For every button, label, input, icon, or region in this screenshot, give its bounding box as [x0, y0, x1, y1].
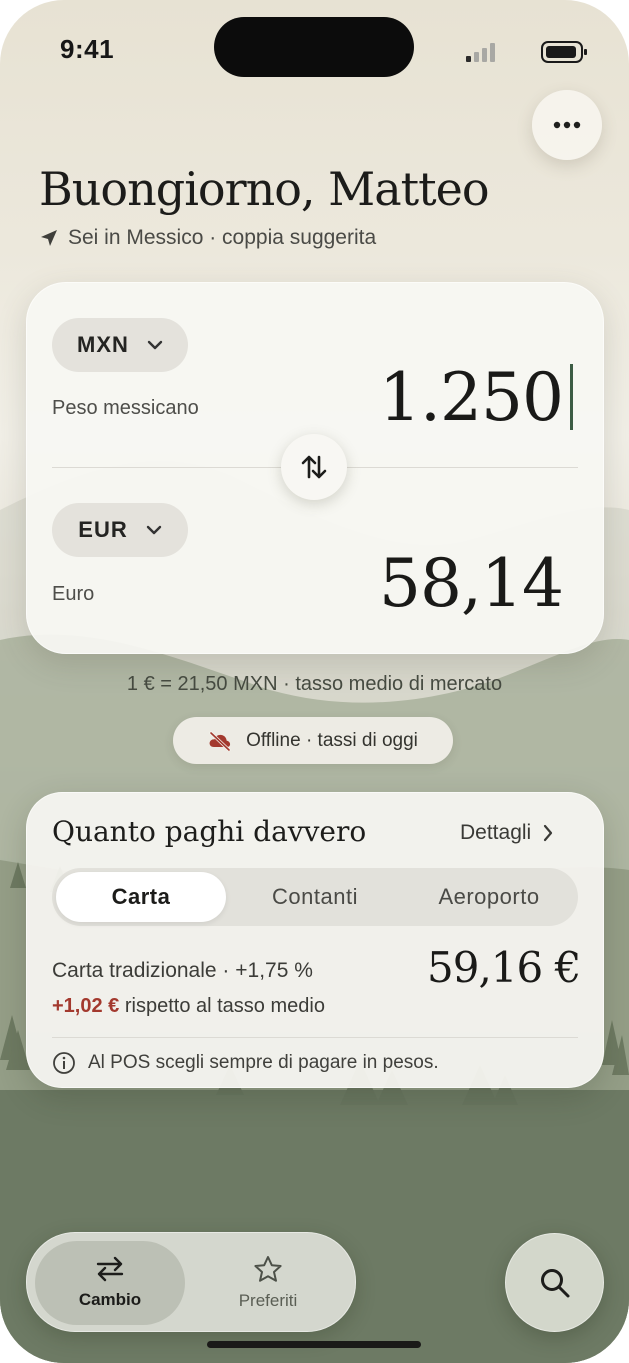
real-cost-card: Quanto paghi davvero Dettagli Carta Cont… — [26, 792, 604, 1088]
home-indicator — [207, 1341, 421, 1348]
tab-aeroporto[interactable]: Aeroporto — [404, 872, 574, 922]
to-currency-code: EUR — [78, 517, 128, 542]
tip-text: Al POS scegli sempre di pagare in pesos. — [88, 1052, 439, 1073]
from-currency-selector[interactable]: MXN — [52, 318, 188, 372]
extra-text: rispetto al tasso medio — [124, 995, 325, 1017]
to-currency-name: Euro — [52, 583, 95, 605]
tab-contanti[interactable]: Contanti — [230, 872, 400, 922]
to-amount: 58,14 — [379, 545, 564, 622]
tab-cambio-label: Cambio — [78, 1290, 142, 1309]
location-row: Sei in Messico · coppia suggerita — [40, 226, 376, 250]
star-icon — [254, 1256, 282, 1282]
offline-badge: Offline · tassi di oggi — [173, 717, 453, 764]
method-label: Carta tradizionale · +1,75 % — [52, 959, 313, 982]
signal-icon — [466, 43, 495, 62]
exchange-rate-text: 1 € = 21,50 MXN · tasso medio di mercato — [126, 673, 503, 695]
swap-currencies-button[interactable] — [281, 434, 347, 500]
more-icon — [553, 121, 581, 129]
tip-row: Al POS scegli sempre di pagare in pesos. — [52, 1051, 439, 1075]
real-cost-title: Quanto paghi davvero — [52, 815, 367, 848]
total-price: 59,16 € — [427, 943, 581, 992]
offline-label: Offline · tassi di oggi — [246, 729, 418, 751]
swap-vertical-icon — [301, 455, 327, 479]
chevron-down-icon — [146, 525, 161, 535]
chevron-right-icon — [544, 824, 553, 842]
cloud-off-icon — [209, 730, 231, 751]
dynamic-island — [214, 17, 414, 77]
tab-preferiti-label: Preferiti — [238, 1291, 298, 1310]
payment-method-tabs: Carta Contanti Aeroporto — [52, 868, 578, 926]
tab-cambio[interactable]: Cambio — [35, 1241, 185, 1325]
status-time: 9:41 — [60, 34, 115, 64]
text-caret — [570, 364, 573, 430]
extra-cost-row: +1,02 € rispetto al tasso medio — [52, 995, 325, 1018]
to-currency-selector[interactable]: EUR — [52, 503, 188, 557]
location-arrow-icon — [41, 230, 57, 246]
info-icon — [53, 1052, 75, 1074]
card-divider — [52, 1037, 578, 1038]
search-icon — [540, 1268, 569, 1297]
details-label: Dettagli — [460, 821, 532, 844]
details-link[interactable]: Dettagli — [460, 821, 553, 845]
tab-preferiti[interactable]: Preferiti — [193, 1241, 343, 1325]
extra-amount: +1,02 € — [52, 995, 120, 1017]
chevron-down-icon — [147, 340, 163, 350]
app-screen: 9:41 Buongiorno, Matteo Sei in Messico ·… — [0, 0, 629, 1363]
tab-bar: Cambio Preferiti — [26, 1232, 356, 1332]
converter-card: MXN Peso messicano 1.250 EUR Euro 58,14 — [26, 282, 604, 654]
more-button[interactable] — [532, 90, 602, 160]
from-currency-name: Peso messicano — [52, 397, 199, 419]
greeting-title: Buongiorno, Matteo — [39, 162, 490, 216]
from-currency-code: MXN — [77, 332, 129, 357]
battery-icon — [541, 41, 587, 63]
tab-carta[interactable]: Carta — [56, 872, 226, 922]
swap-arrows-icon — [96, 1256, 124, 1282]
search-button[interactable] — [505, 1233, 604, 1332]
from-amount-input[interactable]: 1.250 — [379, 359, 564, 436]
location-text: Sei in Messico · coppia suggerita — [68, 226, 377, 249]
